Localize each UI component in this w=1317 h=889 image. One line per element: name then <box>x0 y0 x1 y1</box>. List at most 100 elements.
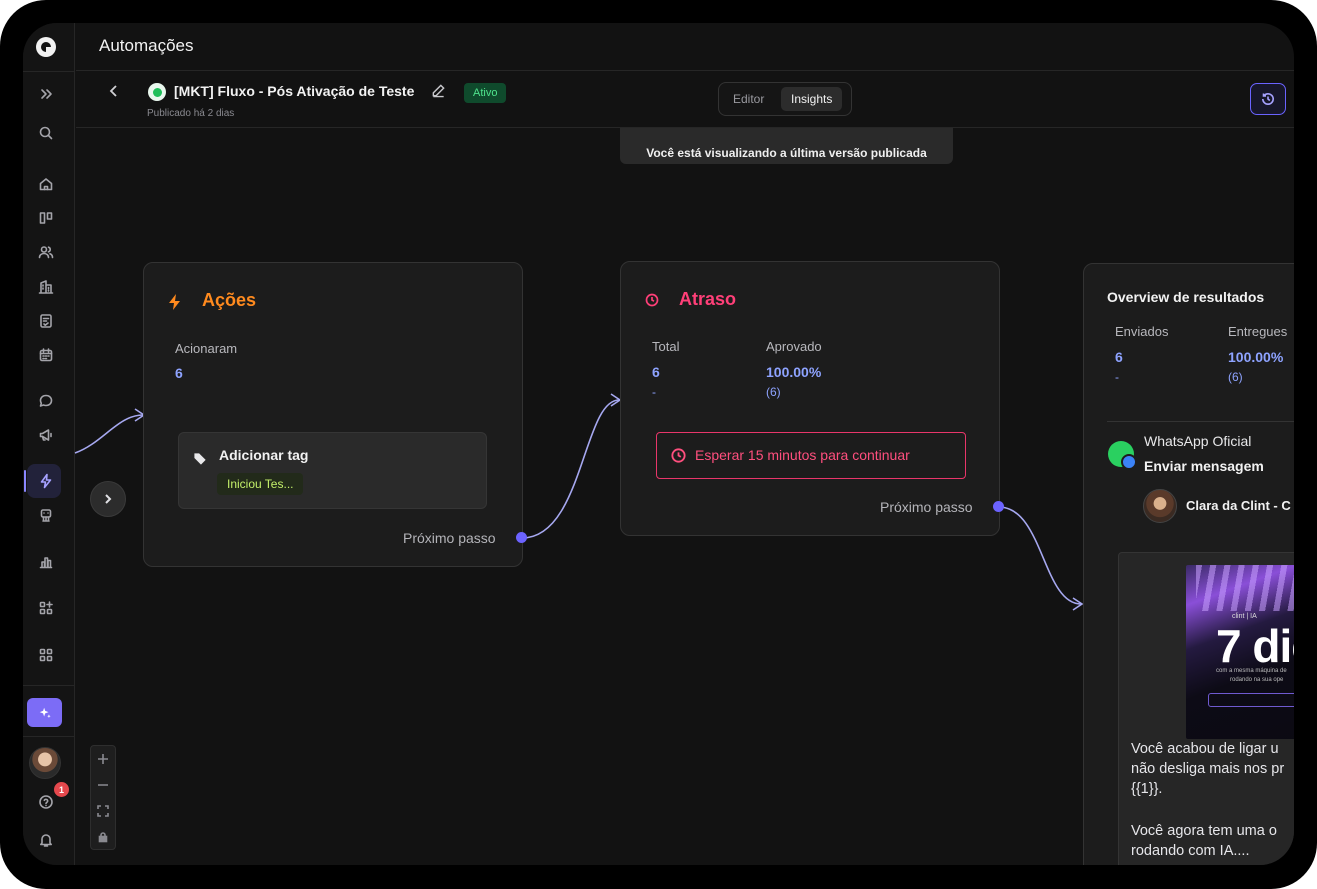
node-atraso[interactable] <box>620 261 1000 536</box>
metric-sub: - <box>1115 370 1119 384</box>
next-step-label: Próximo passo <box>880 499 973 515</box>
channel-name: WhatsApp Oficial <box>1144 433 1252 449</box>
connection-in <box>74 414 144 454</box>
tag-icon <box>193 451 209 467</box>
flow-status-dot <box>148 83 166 101</box>
wait-text: Esperar 15 minutos para continuar <box>695 447 910 463</box>
promo-image: clint | IA 7 dic com a mesma máquina de … <box>1186 565 1294 739</box>
lock-button[interactable] <box>91 824 115 849</box>
active-indicator <box>24 470 26 492</box>
message-line: Você acabou de ligar u <box>1131 741 1279 757</box>
wait-condition[interactable]: Esperar 15 minutos para continuar <box>656 432 966 479</box>
sidebar-divider <box>23 685 75 686</box>
next-step-label: Próximo passo <box>403 530 496 546</box>
metric-label: Acionaram <box>175 341 238 356</box>
metric-label: Entregues <box>1228 324 1288 339</box>
expand-panel-button[interactable] <box>90 481 126 517</box>
sender-name: Clara da Clint - C <box>1186 498 1291 513</box>
metric-sub: - <box>652 385 656 399</box>
tab-insights[interactable]: Insights <box>781 87 843 111</box>
apps-add-icon[interactable] <box>36 598 56 618</box>
metric-label: Total <box>652 339 680 354</box>
tag-chip: Iniciou Tes... <box>217 473 304 495</box>
tasks-icon[interactable] <box>36 311 56 331</box>
node-title: Ações <box>202 290 257 310</box>
node-acoes[interactable] <box>143 262 523 567</box>
message-line: {{1}}. <box>1131 781 1163 797</box>
divider <box>1107 421 1294 422</box>
tab-editor[interactable]: Editor <box>723 87 774 111</box>
plus-icon <box>98 753 108 764</box>
metric-value: 100.00% <box>766 364 822 380</box>
megaphone-icon[interactable] <box>36 425 56 445</box>
published-info: Publicado há 2 dias <box>147 108 235 119</box>
history-icon <box>1262 92 1274 105</box>
output-port[interactable] <box>516 532 527 543</box>
bot-icon[interactable] <box>36 505 56 525</box>
output-port[interactable] <box>993 501 1004 512</box>
message-text: Você acabou de ligar u não desliga mais … <box>1131 739 1294 861</box>
help-icon[interactable] <box>36 792 56 812</box>
promo-line-2: rodando na sua ope <box>1230 677 1284 683</box>
search-icon[interactable] <box>36 123 56 143</box>
metric-label: Enviados <box>1115 324 1169 339</box>
zoom-out-button[interactable] <box>91 772 115 797</box>
chart-icon[interactable] <box>36 552 56 572</box>
automation-icon[interactable] <box>36 471 56 491</box>
chat-icon[interactable] <box>36 391 56 411</box>
sidebar-divider <box>23 736 75 737</box>
zoom-controls <box>90 745 116 850</box>
lightning-icon <box>169 294 180 310</box>
chevron-left-icon <box>109 85 117 97</box>
device-frame: 1 Automações [MKT] Fluxo - Pós Ativação … <box>0 0 1317 889</box>
promo-headline: 7 dic <box>1216 620 1294 672</box>
home-icon[interactable] <box>36 174 56 194</box>
metric-sub: (6) <box>766 385 781 399</box>
pencil-icon <box>432 84 445 98</box>
metric-value: 6 <box>1115 349 1123 365</box>
calendar-icon[interactable] <box>36 345 56 365</box>
bell-icon[interactable] <box>36 830 56 850</box>
message-line: não desliga mais nos pr <box>1131 761 1285 777</box>
action-title: Adicionar tag <box>219 447 309 463</box>
lock-icon <box>98 831 108 842</box>
version-notice: Você está visualizando a última versão p… <box>620 128 953 164</box>
sender-avatar <box>1143 489 1177 523</box>
zoom-in-button[interactable] <box>91 746 115 771</box>
users-icon[interactable] <box>36 242 56 262</box>
action-add-tag[interactable]: Adicionar tag Iniciou Tes... <box>178 432 487 509</box>
fit-view-button[interactable] <box>91 798 115 823</box>
status-badge: Ativo <box>464 83 507 103</box>
timer-icon <box>670 447 688 465</box>
logo-icon[interactable] <box>36 37 56 57</box>
ai-assistant-button[interactable] <box>27 698 62 727</box>
overview-title: Overview de resultados <box>1107 289 1265 305</box>
message-line: Você agora tem uma o <box>1131 823 1277 839</box>
history-button[interactable] <box>1250 83 1286 115</box>
view-toggle: Editor Insights <box>718 82 852 116</box>
chevron-right-icon <box>105 494 112 504</box>
action-name: Enviar mensagem <box>1144 458 1264 474</box>
whatsapp-icon <box>1108 441 1137 470</box>
apps-icon[interactable] <box>36 645 56 665</box>
back-button[interactable] <box>106 83 122 99</box>
flow-name: [MKT] Fluxo - Pós Ativação de Teste <box>174 83 415 99</box>
expand-icon[interactable] <box>36 84 56 104</box>
page-title: Automações <box>99 36 194 55</box>
building-icon[interactable] <box>36 277 56 297</box>
edit-name-button[interactable] <box>431 83 447 99</box>
metric-value: 6 <box>652 364 660 380</box>
notification-badge: 1 <box>54 782 69 797</box>
user-avatar[interactable] <box>29 747 61 779</box>
connection-atraso-message <box>998 506 1082 605</box>
fit-view-icon <box>97 804 109 817</box>
metric-sub: (6) <box>1228 370 1243 384</box>
clock-icon <box>645 293 659 307</box>
app-screen: 1 Automações [MKT] Fluxo - Pós Ativação … <box>23 23 1294 865</box>
metric-value: 6 <box>175 365 183 381</box>
board-icon[interactable] <box>36 208 56 228</box>
message-preview: clint | IA 7 dic com a mesma máquina de … <box>1118 552 1294 865</box>
promo-line-1: com a mesma máquina de <box>1216 668 1287 674</box>
metric-label: Aprovado <box>766 339 822 354</box>
